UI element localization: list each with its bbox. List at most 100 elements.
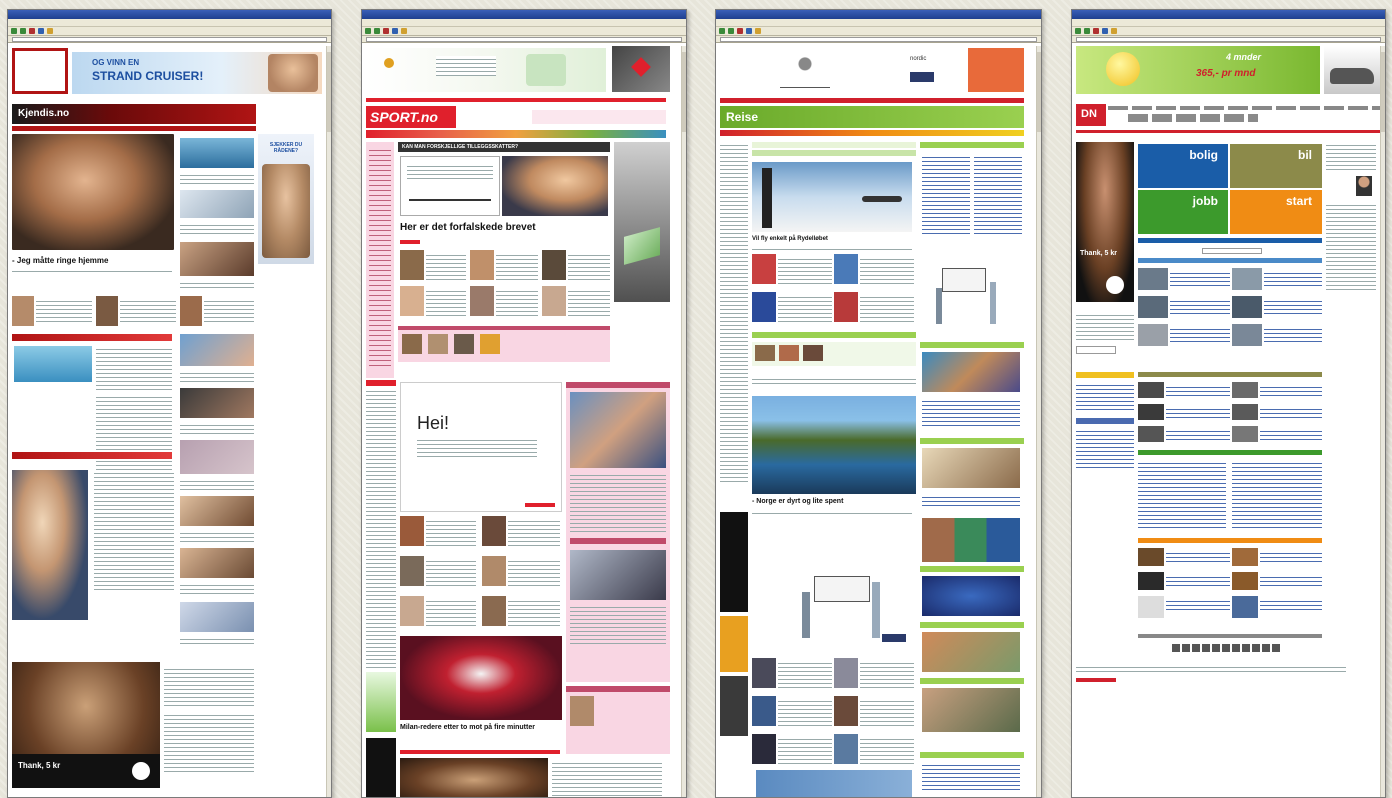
strip-thumb-a[interactable]: [755, 345, 775, 361]
grid2-thumb-2[interactable]: [482, 516, 506, 546]
listing-thumb-3[interactable]: [1138, 296, 1168, 318]
scrollbar[interactable]: [1036, 46, 1041, 797]
scrollbar[interactable]: [1380, 46, 1385, 797]
top-banner-ad[interactable]: [366, 48, 606, 92]
color-nav[interactable]: [366, 130, 666, 138]
right-photo-4[interactable]: [922, 632, 1020, 672]
grid2-thumb-1[interactable]: [400, 516, 424, 546]
main-headline[interactable]: Her er det forfalskede brevet: [400, 222, 536, 233]
search-field[interactable]: [1202, 248, 1262, 254]
letter-image[interactable]: [400, 156, 500, 216]
right-photo-5[interactable]: [922, 688, 1020, 732]
refresh-icon[interactable]: [38, 28, 44, 34]
listing-thumb-6[interactable]: [1232, 324, 1262, 346]
grid-thumb-5[interactable]: [470, 286, 494, 316]
back-icon[interactable]: [1075, 28, 1081, 34]
bottom-thumb-1[interactable]: [752, 658, 776, 688]
address-bar[interactable]: [362, 36, 686, 43]
back-icon[interactable]: [365, 28, 371, 34]
left-dark-ad[interactable]: [720, 512, 748, 612]
corner-ad[interactable]: [612, 46, 670, 92]
thumb-7[interactable]: [180, 496, 254, 526]
grid2-thumb-3[interactable]: [400, 556, 424, 586]
right-photo-2[interactable]: [570, 550, 666, 600]
menu-bar[interactable]: [8, 19, 331, 27]
stop-icon[interactable]: [383, 28, 389, 34]
strip-thumb-b[interactable]: [779, 345, 799, 361]
stop-icon[interactable]: [737, 28, 743, 34]
listing-thumb-4[interactable]: [1232, 296, 1262, 318]
thumb-2[interactable]: [180, 190, 254, 218]
thumb-4[interactable]: [834, 292, 858, 322]
right-photo-3[interactable]: [922, 518, 1020, 562]
thumb-3[interactable]: [752, 292, 776, 322]
left-dark-ad[interactable]: [366, 738, 396, 797]
car-thumb-2[interactable]: [1232, 382, 1258, 398]
small-thumb-b[interactable]: [96, 296, 118, 326]
corner-ad[interactable]: [968, 48, 1024, 92]
grid-thumb-1[interactable]: [400, 250, 424, 280]
left-small-ad[interactable]: [366, 672, 396, 732]
right-photo-1[interactable]: [922, 352, 1020, 392]
lower-headline[interactable]: Milan-redere etter to mot på fire minutt…: [400, 724, 562, 731]
thumb-6[interactable]: [180, 440, 254, 474]
refresh-icon[interactable]: [1102, 28, 1108, 34]
world-map[interactable]: [922, 576, 1020, 616]
main-photo[interactable]: [752, 162, 912, 232]
top-banner-ad[interactable]: 4 mnder 365,- pr mnd: [1076, 46, 1320, 94]
listing-thumb-1[interactable]: [1138, 268, 1168, 290]
refresh-icon[interactable]: [392, 28, 398, 34]
color-nav[interactable]: [720, 130, 1024, 136]
home-icon[interactable]: [755, 28, 761, 34]
bottom-thumb-5[interactable]: [752, 734, 776, 764]
bottom-ad[interactable]: [400, 758, 548, 797]
side-ad[interactable]: SJEKKER DU RÅDENE?: [258, 134, 314, 264]
start-thumb-5[interactable]: [1138, 596, 1164, 618]
start-thumb-4[interactable]: [1232, 572, 1258, 590]
menu-bar[interactable]: [1072, 19, 1385, 27]
tile-bil[interactable]: bil: [1230, 144, 1322, 188]
bottom-thumb-4[interactable]: [834, 696, 858, 726]
fjord-photo[interactable]: [752, 396, 916, 494]
right-photo-1[interactable]: [570, 392, 666, 468]
grid-thumb-6[interactable]: [542, 286, 566, 316]
thumb-3[interactable]: [180, 242, 254, 276]
refresh-icon[interactable]: [746, 28, 752, 34]
start-thumb-1[interactable]: [1138, 548, 1164, 566]
thumb-1[interactable]: [180, 138, 254, 168]
thumb-5[interactable]: [180, 388, 254, 418]
top-nav[interactable]: [720, 98, 1024, 103]
tile-bolig[interactable]: bolig: [1138, 144, 1228, 188]
nav-bar[interactable]: [12, 126, 256, 131]
stop-icon[interactable]: [1093, 28, 1099, 34]
small-thumb-a[interactable]: [12, 296, 34, 326]
address-bar[interactable]: [1072, 36, 1385, 43]
thumb-1[interactable]: [752, 254, 776, 284]
grid-thumb-2[interactable]: [470, 250, 494, 280]
listing-thumb-2[interactable]: [1232, 268, 1262, 290]
listing-thumb-5[interactable]: [1138, 324, 1168, 346]
grid-thumb-4[interactable]: [400, 286, 424, 316]
bottom-thumb-6[interactable]: [834, 734, 858, 764]
back-icon[interactable]: [719, 28, 725, 34]
forward-icon[interactable]: [728, 28, 734, 34]
thumb-4[interactable]: [180, 334, 254, 366]
left-grey-ad[interactable]: [720, 676, 748, 736]
tile-jobb[interactable]: jobb: [1138, 190, 1228, 234]
forward-icon[interactable]: [374, 28, 380, 34]
forward-icon[interactable]: [1084, 28, 1090, 34]
site-logo[interactable]: Kjendis.no: [18, 108, 69, 119]
right-illustration[interactable]: [920, 248, 1024, 334]
main-headline[interactable]: - Jeg måtte ringe hjemme: [12, 256, 108, 265]
grid2-thumb-6[interactable]: [482, 596, 506, 626]
footer-red-link[interactable]: [1076, 678, 1116, 682]
thumb-8[interactable]: [180, 548, 254, 578]
bottom-thumb-2[interactable]: [834, 658, 858, 688]
scrollbar[interactable]: [681, 46, 686, 797]
section2-photo[interactable]: [12, 470, 88, 620]
bottom-thumb-3[interactable]: [752, 696, 776, 726]
stop-icon[interactable]: [29, 28, 35, 34]
grid2-thumb-5[interactable]: [400, 596, 424, 626]
site-logo[interactable]: Reise: [726, 110, 758, 124]
strip-thumb-a[interactable]: [402, 334, 422, 354]
